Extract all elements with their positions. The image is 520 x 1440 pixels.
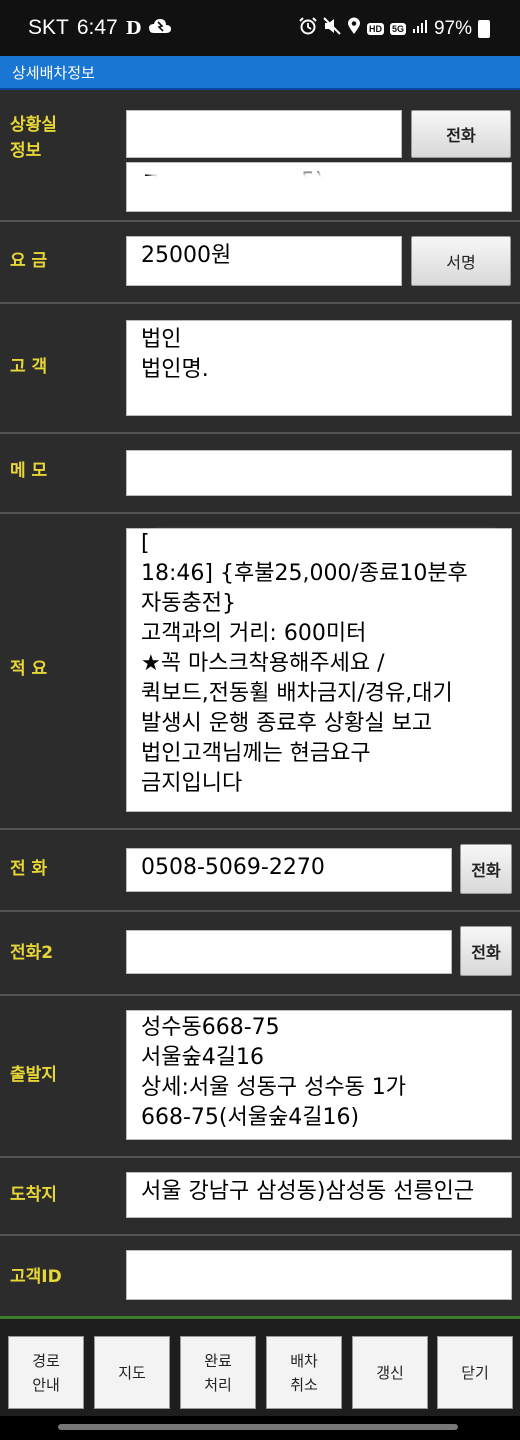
carrier-label: SKT — [28, 16, 69, 39]
phone2-field[interactable] — [126, 930, 452, 974]
cancel-dispatch-button[interactable]: 배차 취소 — [266, 1336, 342, 1409]
phone2-call-button[interactable]: 전화 — [460, 926, 512, 976]
departure-row: 출발지 성수동668-75 서울숲4길16 상세:서울 성동구 성수동 1가 6… — [0, 996, 520, 1158]
status-extra: D — [125, 17, 142, 39]
phone-label: 전 화 — [10, 859, 48, 879]
customer-id-row: 고객ID — [0, 1236, 520, 1316]
customer-label: 고 객 — [10, 357, 48, 377]
fare-field[interactable]: 25000원 — [126, 236, 402, 286]
destination-field[interactable]: 서울 강남구 삼성동)삼성동 선릉인근 — [126, 1172, 512, 1218]
fare-row: 요 금 25000원 서명 — [0, 222, 520, 304]
5g-icon: 5G — [389, 23, 406, 35]
redaction-blur — [156, 532, 496, 558]
mute-icon — [323, 17, 341, 41]
phone2-label: 전화2 — [10, 943, 54, 963]
situation-label: 상황실 정보 — [10, 115, 57, 161]
customer-id-field[interactable] — [126, 1250, 512, 1300]
map-button[interactable]: 지도 — [94, 1336, 170, 1409]
refresh-button[interactable]: 갱신 — [352, 1336, 428, 1409]
summary-label: 적 요 — [10, 659, 48, 679]
redaction-blur — [150, 172, 340, 202]
battery-percent: 97% — [433, 18, 472, 39]
departure-field[interactable]: 성수동668-75 서울숲4길16 상세:서울 성동구 성수동 1가 668-7… — [126, 1010, 512, 1140]
situation-field-top[interactable] — [126, 110, 402, 158]
summary-field[interactable]: [ 18:46] {후불25,000/종료10분후 자동충전} 고객과의 거리:… — [126, 528, 512, 812]
cloud-icon — [149, 16, 172, 40]
phone-row: 전 화 0508-5069-2270 전화 — [0, 830, 520, 912]
location-icon — [347, 17, 361, 41]
customer-id-label: 고객ID — [10, 1267, 62, 1287]
gesture-handle[interactable] — [58, 1424, 458, 1430]
battery-icon — [478, 20, 490, 38]
redaction-blur — [222, 360, 352, 390]
complete-button[interactable]: 완료 처리 — [180, 1336, 256, 1409]
fare-label: 요 금 — [10, 251, 48, 271]
phone2-row: 전화2 전화 — [0, 912, 520, 996]
signal-icon — [412, 18, 428, 40]
gesture-nav-bar — [0, 1416, 520, 1440]
route-button[interactable]: 경로 안내 — [8, 1336, 84, 1409]
clock: 6:47 — [76, 16, 118, 39]
situation-row: 상황실 정보 전화 ㄱ 5) — [0, 92, 520, 222]
phone-field[interactable]: 0508-5069-2270 — [126, 848, 452, 892]
departure-label: 출발지 — [10, 1065, 57, 1085]
status-bar: SKT 6:47 D HD 5G 97% — [0, 0, 520, 56]
memo-field[interactable] — [126, 450, 512, 496]
hd-voice-icon: HD — [366, 23, 384, 35]
summary-row: 적 요 [ 18:46] {후불25,000/종료10분후 자동충전} 고객과의… — [0, 514, 520, 830]
memo-row: 메 모 — [0, 434, 520, 514]
memo-label: 메 모 — [10, 461, 48, 481]
customer-row: 고 객 법인 법인명. — [0, 304, 520, 434]
close-button[interactable]: 닫기 — [437, 1336, 513, 1409]
destination-row: 도착지 서울 강남구 삼성동)삼성동 선릉인근 — [0, 1158, 520, 1236]
situation-call-button[interactable]: 전화 — [411, 110, 511, 158]
phone-call-button[interactable]: 전화 — [460, 844, 512, 894]
action-bar: 경로 안내 지도 완료 처리 배차 취소 갱신 닫기 — [0, 1316, 520, 1416]
sign-button[interactable]: 서명 — [411, 236, 511, 286]
destination-label: 도착지 — [10, 1185, 57, 1205]
alarm-icon — [299, 17, 317, 41]
page-title: 상세배차정보 — [0, 56, 520, 90]
